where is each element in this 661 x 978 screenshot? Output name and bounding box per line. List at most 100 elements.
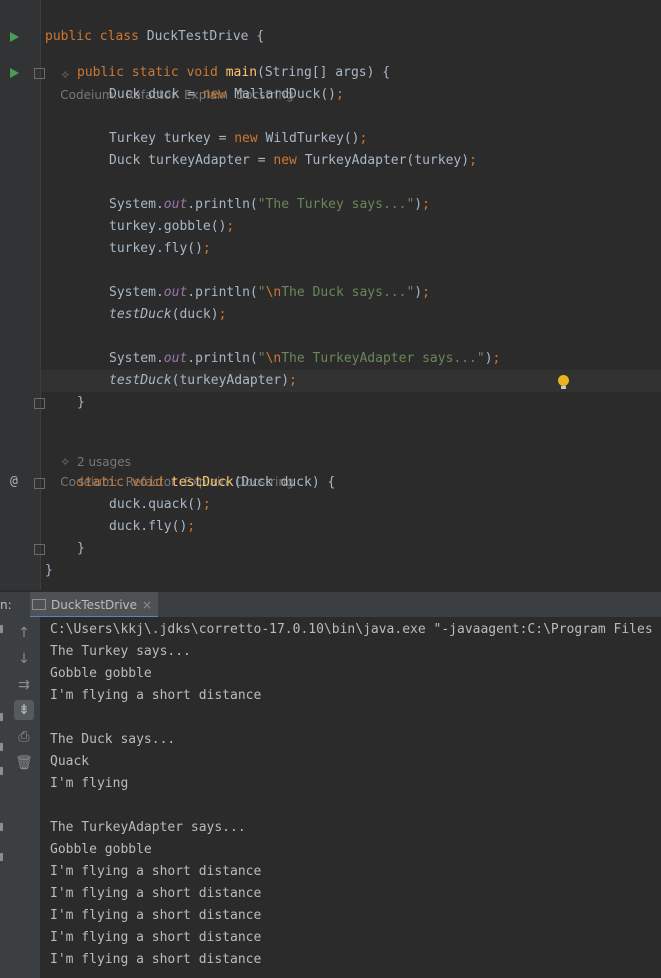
code-text: (turkeyAdapter): [171, 373, 290, 388]
semicolon: ;: [187, 519, 196, 534]
code-editor[interactable]: public class DuckTestDrive { ✧ Codeium: R…: [0, 0, 661, 590]
keyword: public class: [45, 29, 147, 44]
code-text: System.: [109, 197, 164, 212]
tab-ducktestdrive[interactable]: DuckTestDrive ×: [30, 592, 159, 618]
code-line-main[interactable]: public static void main(String[] args) {: [0, 62, 661, 84]
semicolon: ;: [335, 87, 344, 102]
method-name: main: [225, 65, 258, 80]
code-text: .println(: [187, 285, 258, 300]
code-text: ): [484, 351, 493, 366]
fold-icon[interactable]: [34, 478, 45, 489]
print-icon[interactable]: ⎙: [14, 727, 34, 747]
code-line[interactable]: duck.quack();: [0, 494, 661, 516]
code-text: }: [45, 563, 53, 578]
run-main-icon[interactable]: [10, 68, 19, 78]
code-line[interactable]: }: [0, 538, 661, 560]
code-text: WildTurkey(): [265, 131, 360, 146]
fold-icon[interactable]: [34, 68, 45, 79]
code-line[interactable]: duck.fly();: [0, 516, 661, 538]
code-line[interactable]: System.out.println("The Turkey says...")…: [0, 194, 661, 216]
string-literal: "The Turkey says...": [257, 197, 415, 212]
semicolon: ;: [469, 153, 477, 168]
code-text: Duck duck =: [109, 87, 203, 102]
code-text: (String[] args) {: [257, 65, 391, 80]
code-line[interactable]: System.out.println("\nThe Duck says...")…: [0, 282, 661, 304]
close-icon[interactable]: ×: [142, 598, 152, 612]
escape-sequence: \n: [265, 351, 282, 366]
console-line: I'm flying a short distance: [50, 688, 262, 703]
console-line: The TurkeyAdapter says...: [50, 820, 246, 835]
code-line[interactable]: Duck duck = new MallardDuck();: [0, 84, 661, 106]
semicolon: ;: [359, 131, 368, 146]
static-field: out: [163, 197, 188, 212]
code-text: }: [77, 541, 85, 556]
semicolon: ;: [422, 197, 430, 212]
run-toolbar: ↑ ↓ ⇉ ⇟ ⎙ 🗑: [0, 617, 40, 978]
console-line: I'm flying a short distance: [50, 908, 262, 923]
class-name: DuckTestDrive: [146, 29, 249, 44]
code-text: Duck turkeyAdapter =: [109, 153, 274, 168]
static-field: out: [163, 351, 188, 366]
semicolon: ;: [226, 219, 235, 234]
usages-hint[interactable]: 2 usages: [77, 452, 131, 472]
string-literal: ": [257, 351, 266, 366]
code-text: ): [414, 197, 423, 212]
console-output[interactable]: C:\Users\kkj\.jdks\corretto-17.0.10\bin\…: [40, 617, 661, 978]
scroll-to-end-icon[interactable]: ⇟: [14, 700, 34, 720]
code-line-testduck[interactable]: static void testDuck(Duck duck) {: [0, 472, 661, 494]
code-text: {: [248, 29, 265, 44]
code-text: turkey.fly(): [109, 241, 203, 256]
arrow-down-icon[interactable]: ↓: [14, 649, 34, 669]
code-line[interactable]: turkey.gobble();: [0, 216, 661, 238]
code-text: (duck): [171, 307, 219, 322]
keyword: new: [273, 153, 305, 168]
code-text: .println(: [187, 351, 258, 366]
run-class-icon[interactable]: [10, 32, 19, 42]
arrow-up-icon[interactable]: ↑: [14, 623, 34, 643]
console-line: C:\Users\kkj\.jdks\corretto-17.0.10\bin\…: [50, 622, 653, 637]
code-line[interactable]: }: [0, 560, 661, 582]
edge-marker: [0, 713, 3, 721]
code-line[interactable]: testDuck(duck);: [0, 304, 661, 326]
code-text: (Duck duck) {: [233, 475, 336, 490]
lightbulb-icon[interactable]: [558, 375, 569, 389]
code-line[interactable]: turkey.fly();: [0, 238, 661, 260]
edge-marker: [0, 743, 3, 751]
semicolon: ;: [492, 351, 501, 366]
console-line: The Turkey says...: [50, 644, 191, 659]
console-line: Gobble gobble: [50, 666, 152, 681]
string-literal: The Duck says...": [281, 285, 415, 300]
console-line: I'm flying a short distance: [50, 952, 262, 967]
edge-marker: [0, 853, 3, 861]
run-label: n:: [0, 598, 12, 612]
fold-icon[interactable]: [34, 544, 45, 555]
code-text: MallardDuck(): [234, 87, 336, 102]
code-text: System.: [109, 351, 164, 366]
edge-marker: [0, 823, 3, 831]
code-line[interactable]: Duck turkeyAdapter = new TurkeyAdapter(t…: [0, 150, 661, 172]
soft-wrap-icon[interactable]: ⇉: [14, 675, 34, 695]
semicolon: ;: [218, 307, 227, 322]
code-text: turkey.gobble(): [109, 219, 227, 234]
method-call: testDuck: [109, 307, 172, 322]
fold-icon[interactable]: [34, 398, 45, 409]
keyword: new: [234, 131, 266, 146]
code-line[interactable]: System.out.println("\nThe TurkeyAdapter …: [0, 348, 661, 370]
console-tab-icon: [32, 599, 46, 610]
override-at-icon[interactable]: @: [10, 474, 18, 489]
code-line[interactable]: }: [0, 392, 661, 414]
string-literal: The TurkeyAdapter says...": [281, 351, 485, 366]
trash-icon[interactable]: 🗑: [14, 753, 34, 773]
code-line[interactable]: Turkey turkey = new WildTurkey();: [0, 128, 661, 150]
console-line: I'm flying a short distance: [50, 864, 262, 879]
code-text: duck.quack(): [109, 497, 203, 512]
code-text: duck.fly(): [109, 519, 188, 534]
edge-marker: [0, 625, 3, 633]
method-name: testDuck: [170, 475, 234, 490]
console-line: The Duck says...: [50, 732, 176, 747]
code-text: System.: [109, 285, 164, 300]
keyword: public static void: [77, 65, 226, 80]
semicolon: ;: [202, 241, 211, 256]
codeium-hint-testduck[interactable]: ✧ Codeium: Refactor Explain Docstring: [45, 432, 293, 489]
console-line: Quack: [50, 754, 90, 769]
